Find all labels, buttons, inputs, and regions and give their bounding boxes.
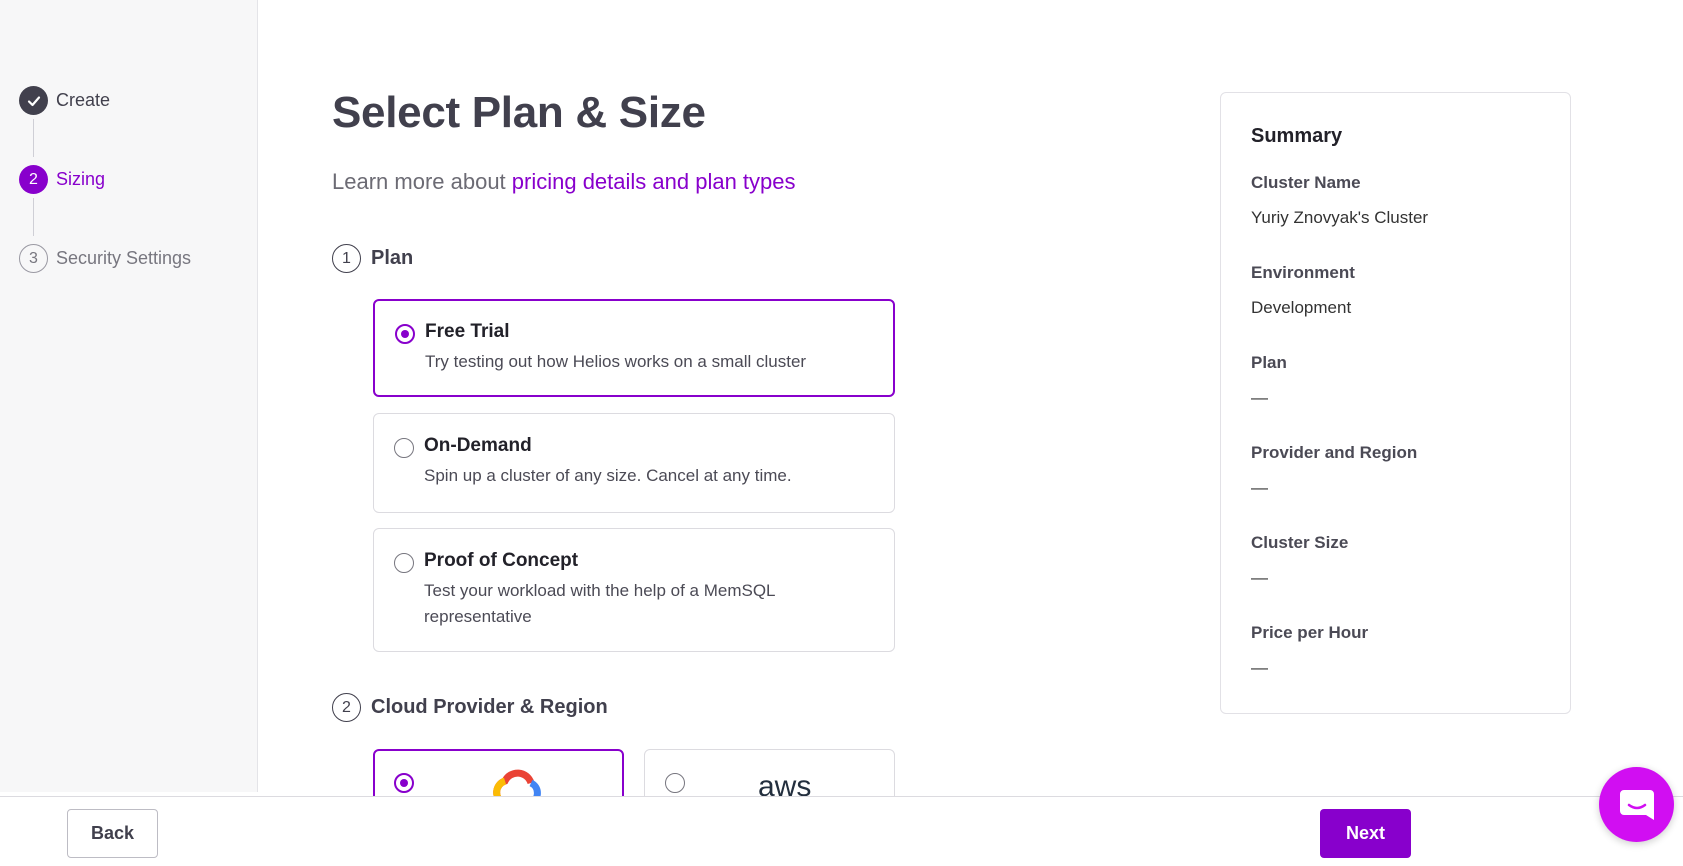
plan-description: Spin up a cluster of any size. Cancel at… [424, 466, 792, 485]
step-create[interactable]: Create [19, 86, 110, 115]
plan-name: Proof of Concept [424, 550, 579, 571]
step-label: Security Settings [56, 248, 192, 268]
plan-option-free-trial[interactable]: Free Trial Try testing out how Helios wo… [373, 299, 895, 397]
step-connector [33, 119, 34, 157]
plan-name: On-Demand [424, 435, 532, 456]
section-plan-header: 1 Plan [332, 244, 413, 273]
back-button[interactable]: Back [67, 809, 158, 858]
provider-option-aws[interactable]: aws [644, 749, 895, 796]
subtitle-text: Learn more about [332, 169, 512, 194]
chat-launcher-button[interactable] [1599, 767, 1674, 842]
plan-description: Test your workload with the help of a Me… [424, 581, 775, 626]
google-cloud-logo-icon [493, 769, 541, 796]
pricing-details-link[interactable]: pricing details and plan types [512, 169, 796, 194]
radio-button[interactable] [394, 553, 414, 573]
page-subtitle: Learn more about pricing details and pla… [332, 169, 796, 195]
plan-name: Free Trial [425, 321, 510, 342]
summary-value-plan: — [1251, 388, 1268, 407]
summary-value-price-per-hour: — [1251, 658, 1268, 677]
summary-label-plan: Plan [1251, 353, 1287, 372]
provider-option-google-cloud[interactable] [373, 749, 624, 796]
summary-label-environment: Environment [1251, 263, 1355, 282]
plan-option-on-demand[interactable]: On-Demand Spin up a cluster of any size.… [373, 413, 895, 513]
summary-value-cluster-size: — [1251, 568, 1268, 587]
plan-option-proof-of-concept[interactable]: Proof of Concept Test your workload with… [373, 528, 895, 652]
summary-title: Summary [1251, 125, 1343, 147]
summary-value-environment: Development [1251, 298, 1352, 317]
radio-button[interactable] [395, 324, 415, 344]
step-security-settings[interactable]: 3 Security Settings [19, 244, 191, 273]
radio-button[interactable] [394, 438, 414, 458]
summary-label-cluster-name: Cluster Name [1251, 173, 1361, 192]
step-number: 2 [19, 165, 48, 194]
summary-value-cluster-name: Yuriy Znovyak's Cluster [1251, 208, 1429, 227]
aws-logo-icon: aws [758, 770, 812, 796]
section-provider-header: 2 Cloud Provider & Region [332, 693, 608, 722]
step-label: Sizing [56, 169, 106, 189]
step-sizing[interactable]: 2 Sizing [19, 165, 105, 194]
step-connector [33, 198, 34, 236]
step-label: Create [56, 90, 111, 110]
summary-label-cluster-size: Cluster Size [1251, 533, 1349, 552]
step-number: 3 [19, 244, 48, 273]
next-button[interactable]: Next [1320, 809, 1411, 858]
radio-button[interactable] [394, 773, 414, 793]
section-number: 1 [332, 244, 361, 273]
plan-description: Try testing out how Helios works on a sm… [425, 352, 807, 371]
section-title: Cloud Provider & Region [371, 696, 608, 718]
chat-icon [1619, 789, 1654, 820]
summary-label-price-per-hour: Price per Hour [1251, 623, 1369, 642]
section-title: Plan [371, 247, 414, 269]
summary-value-provider-region: — [1251, 478, 1268, 497]
wizard-footer: Back Next [0, 796, 1683, 866]
page-title: Select Plan & Size [332, 88, 706, 137]
check-icon [19, 86, 48, 115]
wizard-sidebar: Create 2 Sizing 3 Security Settings [0, 0, 258, 792]
summary-panel: Summary Cluster Name Yuriy Znovyak's Clu… [1220, 92, 1571, 714]
radio-button[interactable] [665, 773, 685, 793]
section-number: 2 [332, 693, 361, 722]
summary-label-provider-region: Provider and Region [1251, 443, 1418, 462]
